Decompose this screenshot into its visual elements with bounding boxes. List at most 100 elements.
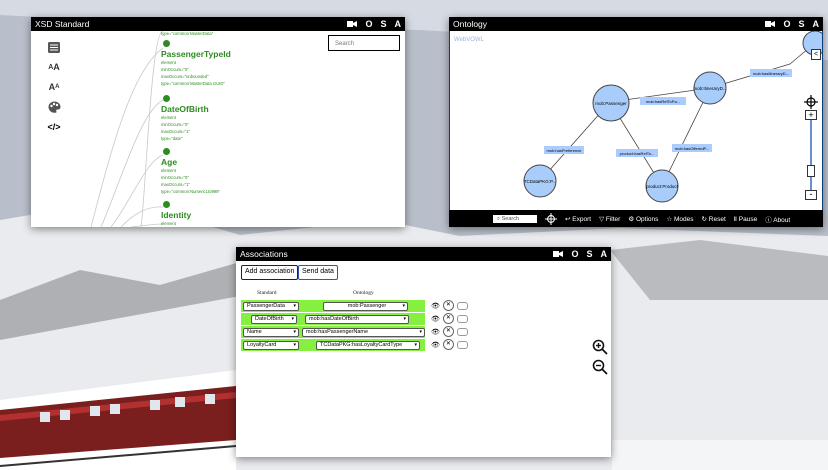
zoom-out-icon[interactable] (592, 359, 608, 375)
node-attr: maxOccurs="unbounded" (161, 74, 209, 79)
xsd-node-dateofbirth[interactable]: DateOfBirth element minOccurs="0" maxOcc… (161, 95, 341, 142)
list-icon[interactable] (43, 39, 65, 55)
ontology-graph-canvas[interactable]: WebVOWL mob:Passenger mob:ItineraryD... (450, 31, 822, 210)
row-actions: 👁 ✕ (431, 326, 468, 337)
zoom-in-icon[interactable] (592, 339, 608, 355)
header-ontology: Ontology (353, 290, 374, 296)
associations-o-button[interactable]: O (571, 247, 578, 261)
node-attr: minOccurs="0" (161, 122, 189, 127)
ontology-window-title: Ontology (453, 19, 488, 29)
node-attr: type="date" (161, 136, 183, 141)
remove-icon[interactable]: ✕ (442, 313, 454, 324)
ontology-a-button[interactable]: A (813, 17, 820, 31)
node-attr: type="common:Numeric1to999" (161, 189, 220, 194)
menu-export[interactable]: ↩ Export (565, 215, 591, 223)
xsd-node-identity[interactable]: Identity element (161, 201, 341, 227)
node-attr: element (161, 221, 176, 226)
association-row: PassengerData ▾ mob:Passenger ▾ (241, 300, 425, 312)
standard-select[interactable]: PassengerData ▾ (243, 301, 299, 311)
graph-edge-label: mob:hasRefToPa... (646, 99, 680, 104)
video-camera-icon[interactable] (347, 20, 358, 28)
ontology-select[interactable]: mob:hasPassengerName ▾ (302, 327, 425, 337)
binoculars-icon[interactable]: 👁 (431, 328, 440, 336)
xsd-s-button[interactable]: S (380, 17, 386, 31)
xsd-a-button[interactable]: A (395, 17, 402, 31)
ontology-s-button[interactable]: S (798, 17, 804, 31)
graph-zoom-out-button[interactable]: - (805, 190, 817, 200)
ontology-titlebar[interactable]: Ontology O S A (449, 17, 823, 31)
node-attr: minOccurs="0" (161, 67, 189, 72)
font-case-icon[interactable]: AA (43, 79, 65, 95)
node-attr: maxOccurs="1" (161, 129, 190, 134)
associations-window: Associations O S A Add association Send … (236, 247, 611, 457)
collapse-panel-button[interactable]: < (811, 49, 821, 60)
associations-titlebar[interactable]: Associations O S A (236, 247, 611, 261)
graph-edge-label: product:hasRefTo... (620, 151, 655, 156)
ontology-window: Ontology O S A WebVOWL mob:Passenger mob… (449, 17, 823, 227)
xsd-node-age[interactable]: Age element minOccurs="0" maxOccurs="1" … (161, 148, 341, 195)
ontology-menubar: ⌕ Search ↩ Export ▽ Filter ⚙ Options ☆ M… (449, 210, 823, 227)
menu-about[interactable]: ⓘ About (765, 214, 790, 224)
add-association-button[interactable]: Add association (241, 265, 299, 280)
palette-icon[interactable] (43, 99, 65, 115)
binoculars-icon[interactable]: 👁 (431, 302, 440, 310)
binoculars-icon[interactable]: 👁 (431, 341, 440, 349)
chat-icon[interactable] (456, 314, 468, 323)
video-camera-icon[interactable] (765, 20, 776, 28)
remove-icon[interactable]: ✕ (442, 300, 454, 311)
node-expand-icon[interactable] (163, 148, 170, 155)
standard-select[interactable]: LoyaltyCard ▾ (243, 340, 299, 350)
node-expand-icon[interactable] (163, 201, 170, 208)
menu-filter[interactable]: ▽ Filter (599, 215, 620, 223)
chat-icon[interactable] (456, 327, 468, 336)
standard-select[interactable]: Name ▾ (243, 327, 299, 337)
node-name: Identity (161, 210, 192, 220)
associations-window-title: Associations (240, 249, 288, 259)
chat-icon[interactable] (456, 301, 468, 310)
chat-icon[interactable] (456, 340, 468, 349)
row-actions: 👁 ✕ (431, 300, 468, 311)
standard-select[interactable]: DateOfBirth ▾ (251, 314, 297, 324)
code-icon[interactable]: </> (43, 119, 65, 135)
locate-icon[interactable] (545, 212, 557, 225)
node-attr: minOccurs="0" (161, 175, 189, 180)
binoculars-icon[interactable]: 👁 (431, 315, 440, 323)
locate-icon[interactable] (804, 95, 818, 109)
ontology-search-input[interactable]: ⌕ Search (493, 214, 537, 223)
node-name: Age (161, 157, 178, 167)
associations-a-button[interactable]: A (601, 247, 608, 261)
xsd-node-passengertypeid[interactable]: PassengerTypeId element minOccurs="0" ma… (161, 40, 341, 87)
node-attr: type="common:MasterData.GUID" (161, 81, 225, 86)
ontology-o-button[interactable]: O (783, 17, 790, 31)
remove-icon[interactable]: ✕ (442, 339, 454, 350)
graph-zoom-track[interactable] (810, 120, 812, 190)
node-expand-icon[interactable] (163, 40, 170, 47)
ontology-select[interactable]: mob:hasDateOfBirth ▾ (305, 314, 409, 324)
menu-options[interactable]: ⚙ Options (628, 215, 658, 223)
node-attr: element (161, 60, 176, 65)
ontology-select[interactable]: TCDataPKG:hasLoyaltyCardType ▾ (316, 340, 420, 350)
row-actions: 👁 ✕ (431, 313, 468, 324)
node-expand-icon[interactable] (163, 95, 170, 102)
xsd-toolbar: AA AA </> (43, 39, 65, 139)
node-attr: element (161, 115, 176, 120)
node-attr: element (161, 168, 176, 173)
video-camera-icon[interactable] (553, 250, 564, 258)
ontology-select[interactable]: mob:Passenger ▾ (323, 301, 408, 311)
xsd-standard-window: XSD Standard O S A type="common:MasterDa… (31, 17, 405, 227)
remove-icon[interactable]: ✕ (442, 326, 454, 337)
graph-zoom-handle[interactable] (807, 165, 815, 177)
send-data-button[interactable]: Send data (298, 265, 338, 280)
xsd-o-button[interactable]: O (365, 17, 372, 31)
graph-node-label: mob:ItineraryD... (693, 86, 726, 91)
graph-zoom-in-button[interactable]: + (805, 110, 817, 120)
graph-zoom-control: + - (804, 95, 818, 207)
xsd-titlebar[interactable]: XSD Standard O S A (31, 17, 405, 31)
menu-modes[interactable]: ☆ Modes (666, 215, 693, 223)
menu-reset[interactable]: ↻ Reset (702, 215, 726, 223)
graph-edge-label: mob:hasOfferedP... (675, 146, 709, 151)
font-size-icon[interactable]: AA (43, 59, 65, 75)
associations-s-button[interactable]: S (586, 247, 592, 261)
xsd-window-title: XSD Standard (35, 19, 90, 29)
menu-pause[interactable]: Ⅱ Pause (734, 215, 757, 223)
